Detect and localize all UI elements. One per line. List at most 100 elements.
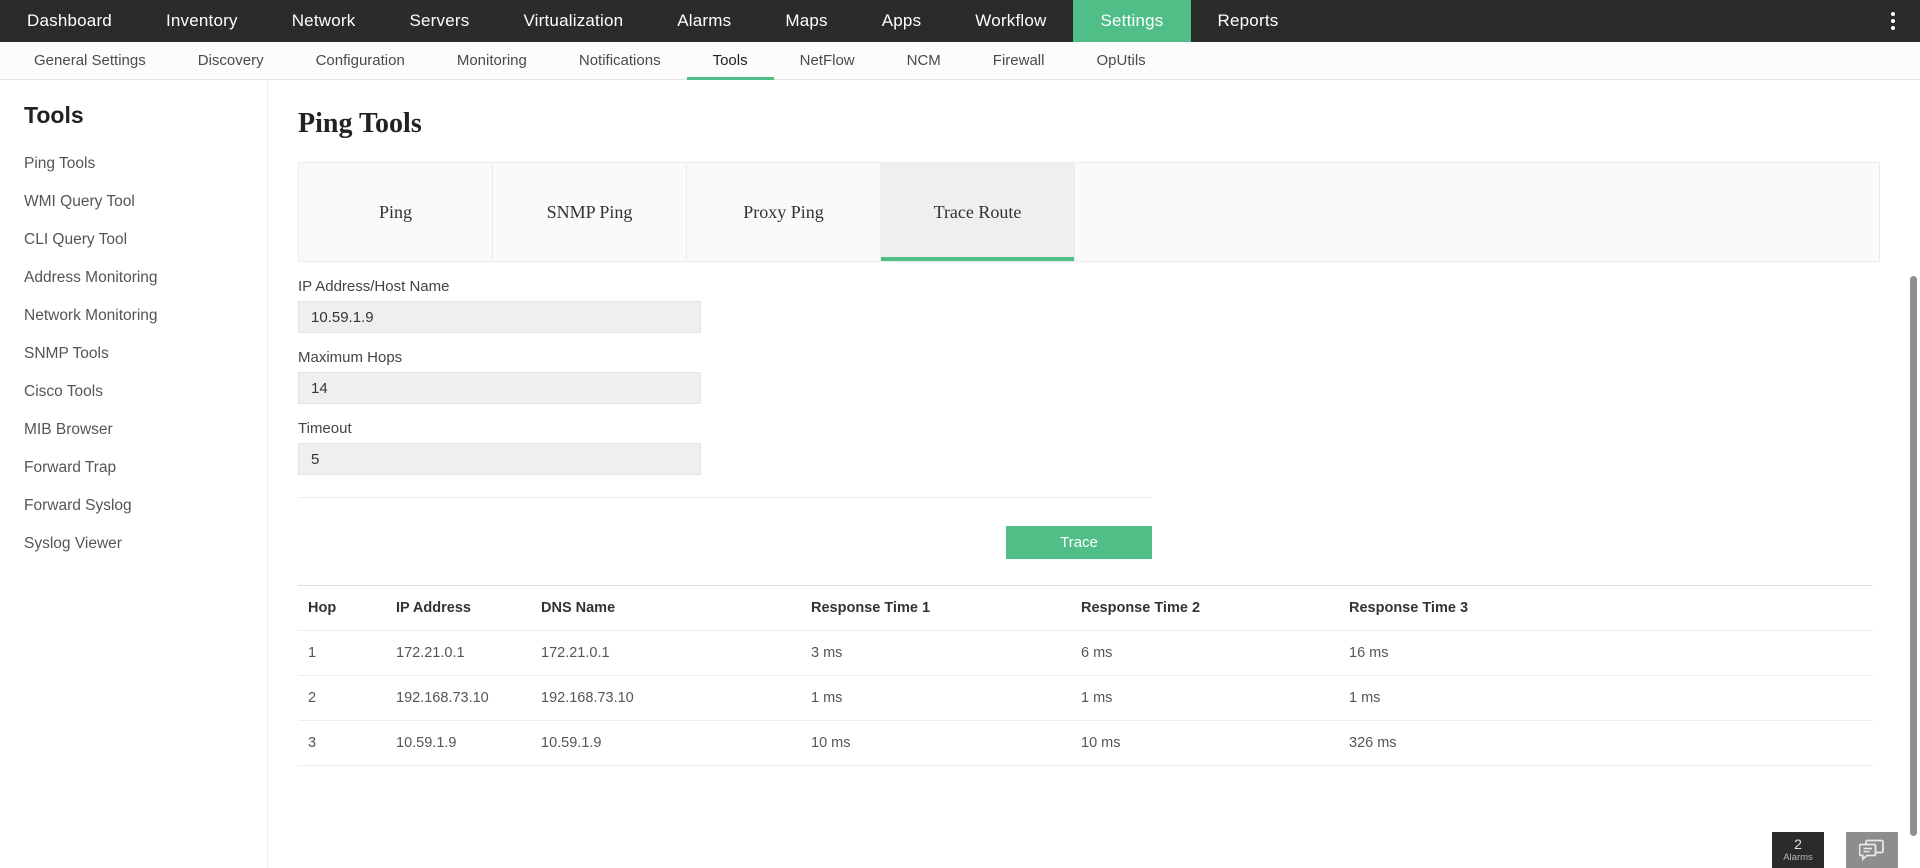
- cell-text: 10 ms: [1081, 735, 1121, 751]
- sub-nav-item-firewall[interactable]: Firewall: [967, 42, 1071, 79]
- alarms-count: 2: [1794, 837, 1802, 852]
- top-nav-item-apps[interactable]: Apps: [855, 0, 949, 42]
- sub-nav-item-oputils[interactable]: OpUtils: [1070, 42, 1171, 79]
- timeout-input[interactable]: [298, 443, 701, 475]
- sub-nav-label: Firewall: [993, 52, 1045, 69]
- sidebar-item-forward-syslog[interactable]: Forward Syslog: [0, 487, 267, 525]
- cell-response-time-3: 16 ms: [1343, 631, 1873, 676]
- sub-nav-item-notifications[interactable]: Notifications: [553, 42, 687, 79]
- column-header-response-time-2[interactable]: Response Time 2: [1075, 586, 1343, 631]
- column-header-response-time-1[interactable]: Response Time 1: [805, 586, 1075, 631]
- sidebar-item-label: SNMP Tools: [24, 345, 109, 362]
- tab-ping[interactable]: Ping: [299, 163, 493, 261]
- kebab-dot: [1891, 12, 1895, 16]
- maximum-hops-input[interactable]: [298, 372, 701, 404]
- tab-label: Trace Route: [934, 202, 1022, 223]
- top-nav-item-virtualization[interactable]: Virtualization: [496, 0, 650, 42]
- sidebar-item-label: WMI Query Tool: [24, 193, 135, 210]
- top-nav-label: Settings: [1100, 11, 1163, 31]
- column-header-ip-address[interactable]: IP Address: [390, 586, 535, 631]
- tab-strip-filler: [1075, 163, 1879, 261]
- sidebar-item-label: Forward Trap: [24, 459, 116, 476]
- cell-text: 326 ms: [1349, 735, 1397, 751]
- top-nav-item-dashboard[interactable]: Dashboard: [0, 0, 139, 42]
- kebab-dot: [1891, 19, 1895, 23]
- top-nav-label: Dashboard: [27, 11, 112, 31]
- top-nav-item-settings[interactable]: Settings: [1073, 0, 1190, 42]
- sub-nav-item-netflow[interactable]: NetFlow: [774, 42, 881, 79]
- tab-trace-route[interactable]: Trace Route: [881, 163, 1075, 261]
- column-header-label: DNS Name: [541, 600, 615, 616]
- cell-response-time-2: 10 ms: [1075, 721, 1343, 766]
- page-scrollbar[interactable]: [1910, 80, 1917, 868]
- sidebar-item-label: Ping Tools: [24, 155, 95, 172]
- timeout-field-row: Timeout: [298, 420, 1880, 475]
- ip-address-input[interactable]: [298, 301, 701, 333]
- top-nav-item-network[interactable]: Network: [265, 0, 383, 42]
- top-nav-item-reports[interactable]: Reports: [1191, 0, 1306, 42]
- sidebar-item-forward-trap[interactable]: Forward Trap: [0, 449, 267, 487]
- sidebar-item-snmp-tools[interactable]: SNMP Tools: [0, 335, 267, 373]
- alarms-label: Alarms: [1783, 852, 1813, 863]
- sidebar-item-address-monitoring[interactable]: Address Monitoring: [0, 259, 267, 297]
- sub-nav-label: Notifications: [579, 52, 661, 69]
- sidebar-item-cli-query-tool[interactable]: CLI Query Tool: [0, 221, 267, 259]
- sidebar-item-network-monitoring[interactable]: Network Monitoring: [0, 297, 267, 335]
- sidebar-item-cisco-tools[interactable]: Cisco Tools: [0, 373, 267, 411]
- sub-nav-label: NCM: [907, 52, 941, 69]
- tab-snmp-ping[interactable]: SNMP Ping: [493, 163, 687, 261]
- tab-label: SNMP Ping: [547, 202, 633, 223]
- column-header-label: Response Time 2: [1081, 600, 1200, 616]
- main-content: Ping Tools Ping SNMP Ping Proxy Ping Tra…: [268, 80, 1920, 868]
- top-nav-item-workflow[interactable]: Workflow: [948, 0, 1073, 42]
- sidebar-item-label: CLI Query Tool: [24, 231, 127, 248]
- cell-text: 172.21.0.1: [541, 645, 610, 661]
- cell-text: 2: [308, 690, 316, 706]
- sub-nav-label: General Settings: [34, 52, 146, 69]
- cell-hop: 2: [298, 676, 390, 721]
- page-scrollbar-thumb[interactable]: [1910, 276, 1917, 836]
- kebab-menu-icon[interactable]: [1876, 0, 1910, 42]
- tab-proxy-ping[interactable]: Proxy Ping: [687, 163, 881, 261]
- maximum-hops-field-row: Maximum Hops: [298, 349, 1880, 404]
- chat-bubbles-icon[interactable]: [1846, 832, 1898, 868]
- sub-nav-item-configuration[interactable]: Configuration: [290, 42, 431, 79]
- top-navigation-bar: Dashboard Inventory Network Servers Virt…: [0, 0, 1920, 42]
- tab-label: Ping: [379, 202, 412, 223]
- sidebar-item-syslog-viewer[interactable]: Syslog Viewer: [0, 525, 267, 563]
- top-nav-item-alarms[interactable]: Alarms: [650, 0, 758, 42]
- alarms-badge[interactable]: 2 Alarms: [1772, 832, 1824, 868]
- top-nav-label: Reports: [1218, 11, 1279, 31]
- cell-text: 16 ms: [1349, 645, 1389, 661]
- tab-label: Proxy Ping: [743, 202, 824, 223]
- column-header-hop[interactable]: Hop: [298, 586, 390, 631]
- sidebar-item-mib-browser[interactable]: MIB Browser: [0, 411, 267, 449]
- top-nav-label: Inventory: [166, 11, 238, 31]
- sidebar-item-ping-tools[interactable]: Ping Tools: [0, 145, 267, 183]
- top-nav-item-inventory[interactable]: Inventory: [139, 0, 265, 42]
- sub-nav-item-ncm[interactable]: NCM: [881, 42, 967, 79]
- kebab-dot: [1891, 26, 1895, 30]
- sub-nav-item-discovery[interactable]: Discovery: [172, 42, 290, 79]
- column-header-label: Response Time 1: [811, 600, 930, 616]
- sub-nav-item-general-settings[interactable]: General Settings: [8, 42, 172, 79]
- timeout-label: Timeout: [298, 420, 1880, 437]
- trace-button[interactable]: Trace: [1006, 526, 1152, 559]
- sidebar-item-wmi-query-tool[interactable]: WMI Query Tool: [0, 183, 267, 221]
- sub-nav-item-monitoring[interactable]: Monitoring: [431, 42, 553, 79]
- trace-action-row: Trace: [298, 498, 1152, 559]
- ip-address-label: IP Address/Host Name: [298, 278, 1880, 295]
- column-header-response-time-3[interactable]: Response Time 3: [1343, 586, 1873, 631]
- cell-response-time-1: 10 ms: [805, 721, 1075, 766]
- sidebar-item-label: Network Monitoring: [24, 307, 158, 324]
- table-row: 2 192.168.73.10 192.168.73.10 1 ms 1 ms …: [298, 676, 1873, 721]
- cell-text: 3: [308, 735, 316, 751]
- cell-text: 1: [308, 645, 316, 661]
- results-header-row: Hop IP Address DNS Name Response Time 1 …: [298, 586, 1873, 631]
- top-nav-item-maps[interactable]: Maps: [758, 0, 854, 42]
- cell-text: 10 ms: [811, 735, 851, 751]
- trace-route-form: IP Address/Host Name Maximum Hops Timeou…: [298, 262, 1880, 559]
- sub-nav-item-tools[interactable]: Tools: [687, 42, 774, 79]
- column-header-dns-name[interactable]: DNS Name: [535, 586, 805, 631]
- top-nav-item-servers[interactable]: Servers: [382, 0, 496, 42]
